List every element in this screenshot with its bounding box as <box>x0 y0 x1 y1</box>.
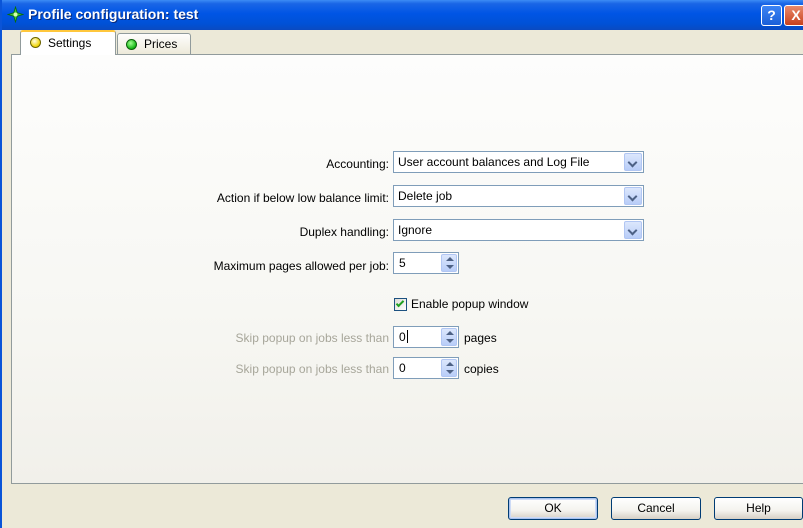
help-icon[interactable]: ? <box>761 5 782 26</box>
low-balance-action-select[interactable]: Delete job <box>393 185 644 207</box>
tab-prices-label: Prices <box>144 37 178 51</box>
duplex-handling-value: Ignore <box>398 223 433 237</box>
tab-settings-label: Settings <box>48 36 92 50</box>
max-pages-stepper[interactable]: 5 <box>393 252 459 274</box>
tab-prices[interactable]: Prices <box>117 33 191 55</box>
enable-popup-label: Enable popup window <box>411 297 529 311</box>
skip-popup-copies-label: Skip popup on jobs less than <box>235 362 389 376</box>
chevron-down-icon[interactable] <box>624 187 642 205</box>
yellow-status-dot-icon <box>30 37 41 48</box>
cancel-button[interactable]: Cancel <box>611 497 701 520</box>
accounting-value: User account balances and Log File <box>398 155 590 169</box>
spinner-arrows-icon[interactable] <box>441 359 457 377</box>
max-pages-label: Maximum pages allowed per job: <box>213 259 389 273</box>
spinner-arrows-icon[interactable] <box>441 254 457 272</box>
close-icon[interactable]: X <box>784 5 803 26</box>
skip-popup-pages-label: Skip popup on jobs less than <box>235 331 389 345</box>
profile-configuration-window: Profile configuration: test ? X Settings… <box>0 0 803 528</box>
chevron-down-icon[interactable] <box>624 153 642 171</box>
ok-button[interactable]: OK <box>508 497 598 520</box>
tab-settings[interactable]: Settings <box>20 30 116 55</box>
accounting-select[interactable]: User account balances and Log File <box>393 151 644 173</box>
low-balance-action-label: Action if below low balance limit: <box>216 191 389 205</box>
max-pages-value: 5 <box>399 256 406 270</box>
low-balance-action-value: Delete job <box>398 189 453 203</box>
accounting-label: Accounting: <box>326 157 389 171</box>
duplex-handling-select[interactable]: Ignore <box>393 219 644 241</box>
skip-popup-pages-stepper[interactable]: 0 <box>393 326 459 348</box>
skip-popup-copies-value: 0 <box>399 361 406 375</box>
window-title: Profile configuration: test <box>28 6 199 22</box>
skip-popup-copies-stepper[interactable]: 0 <box>393 357 459 379</box>
title-bar[interactable]: Profile configuration: test ? X <box>2 0 803 30</box>
app-icon <box>7 6 24 23</box>
skip-popup-pages-unit: pages <box>464 331 497 345</box>
enable-popup-checkbox[interactable] <box>394 298 407 311</box>
spinner-arrows-icon[interactable] <box>441 328 457 346</box>
duplex-handling-label: Duplex handling: <box>299 225 389 239</box>
text-cursor <box>406 330 408 343</box>
skip-popup-pages-value: 0 <box>399 330 406 344</box>
green-status-dot-icon <box>126 39 137 50</box>
checkmark-icon <box>395 298 405 308</box>
skip-popup-copies-unit: copies <box>464 362 499 376</box>
help-button[interactable]: Help <box>714 497 803 520</box>
chevron-down-icon[interactable] <box>624 221 642 239</box>
skip-popup-pages-value-wrap: 0 <box>399 330 408 344</box>
